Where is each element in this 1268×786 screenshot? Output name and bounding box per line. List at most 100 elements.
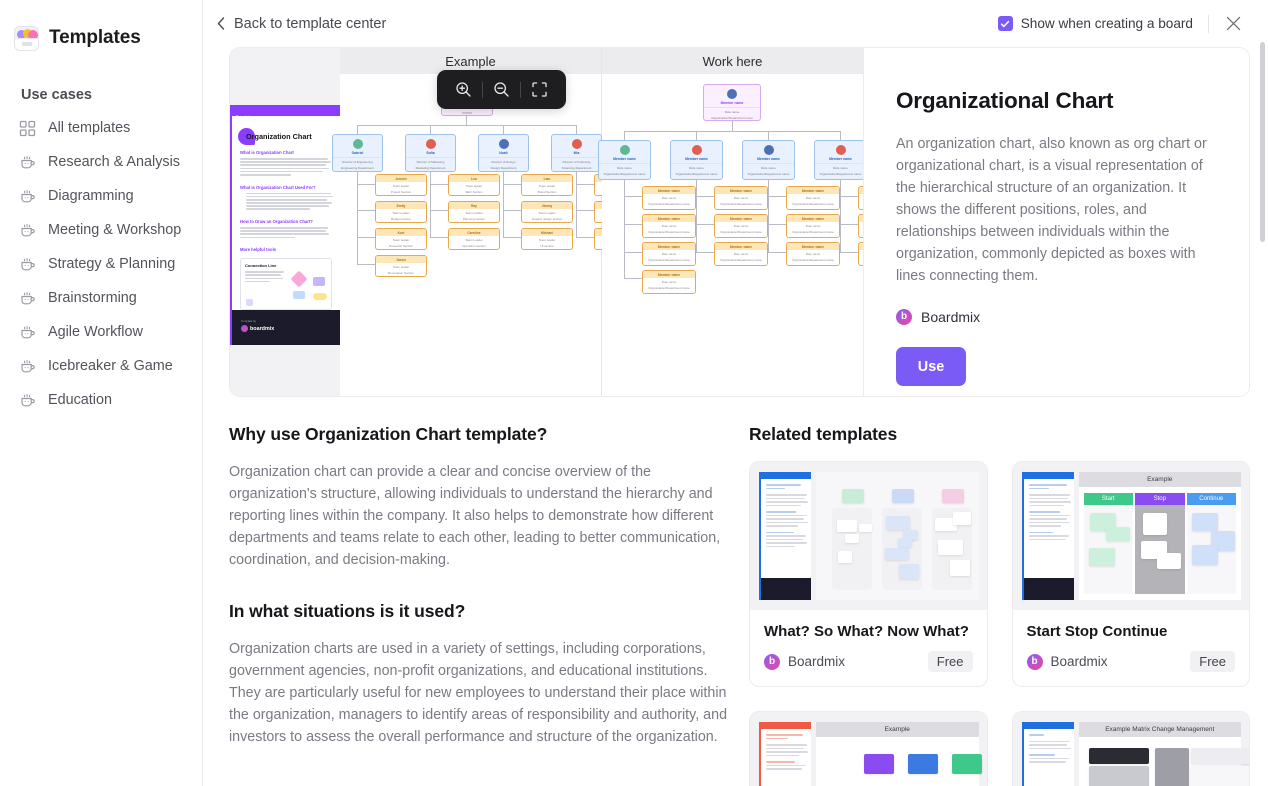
org-node-level3: Member name Role name Organization/Depar… bbox=[786, 186, 840, 210]
template-info-card: Template Organization Chart What is Orga… bbox=[230, 105, 340, 345]
org-node-role: Role name bbox=[661, 196, 677, 200]
org-node-name: Member name bbox=[787, 215, 839, 222]
thumb-column-label: Stop bbox=[1135, 493, 1185, 505]
org-node-dept: Design Department bbox=[490, 165, 517, 170]
info-card-heading: How to Draw an Organization Chart? bbox=[240, 219, 313, 225]
org-node-role: Team leader bbox=[465, 184, 483, 188]
org-node-dept: Organization/Department name bbox=[862, 258, 863, 262]
preview-zoom-toolbar bbox=[436, 70, 566, 109]
sidebar-section-label: Use cases bbox=[21, 87, 92, 103]
org-node-name: Jensen bbox=[376, 175, 426, 182]
zoom-out-button[interactable] bbox=[483, 70, 520, 109]
org-node-name: Emily bbox=[376, 202, 426, 209]
sidebar: Templates Use cases All templates Resear… bbox=[0, 0, 203, 786]
sidebar-item-education[interactable]: Education bbox=[0, 383, 202, 417]
zoom-out-icon bbox=[493, 82, 509, 97]
avatar bbox=[571, 139, 582, 149]
org-node-dept: Operation section bbox=[462, 244, 486, 249]
card-title: Start Stop Continue bbox=[1026, 623, 1168, 640]
org-node-level3: Emily Team Leader Budget section bbox=[375, 201, 427, 223]
thumb-doc-panel bbox=[1021, 722, 1074, 786]
org-node-dept: Renovation Section bbox=[387, 271, 415, 276]
org-node-level3: Member name Role name Organization/Depar… bbox=[642, 214, 696, 238]
org-node-name: Michael bbox=[522, 229, 572, 236]
org-node-role: Role name bbox=[833, 165, 848, 170]
show-when-creating-checkbox[interactable]: Show when creating a board bbox=[997, 16, 1208, 31]
related-templates-heading: Related templates bbox=[749, 424, 898, 444]
thumb-canvas bbox=[816, 472, 979, 600]
related-template-card[interactable]: What? So What? Now What? b Boardmix Free bbox=[749, 461, 988, 687]
org-node-name: Member name bbox=[715, 215, 767, 222]
zoom-in-button[interactable] bbox=[445, 70, 482, 109]
thumb-canvas: Example Start Stop Continue bbox=[1078, 472, 1241, 600]
related-template-card[interactable]: Example Matrix Change Management bbox=[1011, 711, 1250, 786]
org-node-dept: Organization/Department name bbox=[862, 202, 863, 206]
avatar bbox=[835, 145, 846, 155]
org-node-level3: Michael Team leader UI section bbox=[521, 228, 573, 250]
info-card-ribbon: Template bbox=[232, 105, 340, 119]
info-card-heading: What is Organization Chart bbox=[240, 150, 294, 155]
fullscreen-button[interactable] bbox=[521, 70, 558, 109]
sidebar-item-strategy-planning[interactable]: Strategy & Planning bbox=[0, 247, 202, 281]
check-icon bbox=[1001, 20, 1010, 27]
close-button[interactable] bbox=[1216, 7, 1250, 41]
org-node-dept: Organization/Department name bbox=[792, 230, 834, 235]
author-name: Boardmix bbox=[921, 309, 981, 325]
org-node-level3: Jensen Team leader Project Section bbox=[375, 174, 427, 196]
org-node-dept: Marketing Department bbox=[415, 165, 446, 170]
use-template-button[interactable]: Use bbox=[896, 347, 966, 386]
org-node-role: Team leader bbox=[538, 238, 556, 242]
thumb-header-label: Example Matrix Change Management bbox=[1078, 722, 1241, 737]
org-node-level2: Member name Role name Organization/Depar… bbox=[598, 140, 651, 180]
work-here-org-chart: Member name Role name Organization/Depar… bbox=[598, 74, 863, 298]
boardmix-logo-icon: b bbox=[1026, 653, 1043, 670]
org-node-dept: Organization/Department name bbox=[720, 258, 762, 263]
avatar bbox=[619, 145, 630, 155]
back-link-label: Back to template center bbox=[234, 15, 387, 32]
card-body: Start Stop Continue b Boardmix Free bbox=[1013, 610, 1250, 686]
org-node-role: Role name bbox=[661, 252, 677, 256]
checkbox-box[interactable] bbox=[997, 16, 1013, 31]
card-title: What? So What? Now What? bbox=[764, 623, 969, 640]
sidebar-item-icebreaker-game[interactable]: Icebreaker & Game bbox=[0, 349, 202, 383]
brand-title: Templates bbox=[49, 27, 141, 48]
card-price-badge: Free bbox=[1190, 651, 1235, 672]
brand: Templates bbox=[0, 18, 202, 54]
topbar-divider bbox=[1208, 14, 1209, 33]
avatar bbox=[425, 139, 436, 149]
avatar bbox=[763, 145, 774, 155]
sidebar-item-all-templates[interactable]: All templates bbox=[0, 111, 202, 145]
org-node-level3: Member name Role name Organization/Depar… bbox=[858, 214, 863, 238]
page-scrollbar[interactable] bbox=[1260, 42, 1265, 242]
org-node-dept: Organization/Department name bbox=[711, 115, 753, 120]
sidebar-item-label: Research & Analysis bbox=[48, 154, 180, 170]
sidebar-item-agile-workflow[interactable]: Agile Workflow bbox=[0, 315, 202, 349]
org-node-name: Member name bbox=[643, 187, 695, 194]
org-node-role: Team Leader bbox=[392, 211, 410, 215]
template-detail-panel: Organizational Chart An organization cha… bbox=[863, 48, 1249, 396]
org-node-role: Director of Engineering bbox=[342, 159, 373, 164]
sidebar-item-label: Brainstorming bbox=[48, 290, 137, 306]
sidebar-item-meeting-workshop[interactable]: Meeting & Workshop bbox=[0, 213, 202, 247]
related-template-card[interactable]: Example bbox=[749, 711, 988, 786]
org-node-role: Role name bbox=[689, 165, 704, 170]
org-node-level2: Member name Role name Organization/Depar… bbox=[814, 140, 863, 180]
sidebar-item-research-analysis[interactable]: Research & Analysis bbox=[0, 145, 202, 179]
org-node-dept: Budget section bbox=[391, 217, 411, 222]
template-preview[interactable]: Template Organization Chart What is Orga… bbox=[230, 48, 863, 396]
org-node-role: Role name bbox=[661, 280, 677, 284]
avatar bbox=[727, 89, 737, 99]
org-node-name: Member name bbox=[613, 156, 636, 161]
org-node-dept: Organization/Department name bbox=[648, 202, 690, 207]
org-node-role: Team leader bbox=[392, 238, 410, 242]
grid-icon bbox=[19, 120, 36, 136]
back-to-template-center-link[interactable]: Back to template center bbox=[211, 12, 392, 36]
org-node-dept: Organization/Department name bbox=[720, 230, 762, 235]
related-template-card[interactable]: Example Start Stop Continue Start Stop C… bbox=[1011, 461, 1250, 687]
sidebar-item-diagramming[interactable]: Diagramming bbox=[0, 179, 202, 213]
info-card-body: Organization Chart What is Organization … bbox=[232, 116, 340, 311]
sidebar-item-brainstorming[interactable]: Brainstorming bbox=[0, 281, 202, 315]
org-node-name: Member name bbox=[643, 271, 695, 278]
org-node-dept: Graphic design section bbox=[531, 217, 563, 222]
org-node-level3: Member name Role name Organization/Depar… bbox=[642, 270, 696, 294]
